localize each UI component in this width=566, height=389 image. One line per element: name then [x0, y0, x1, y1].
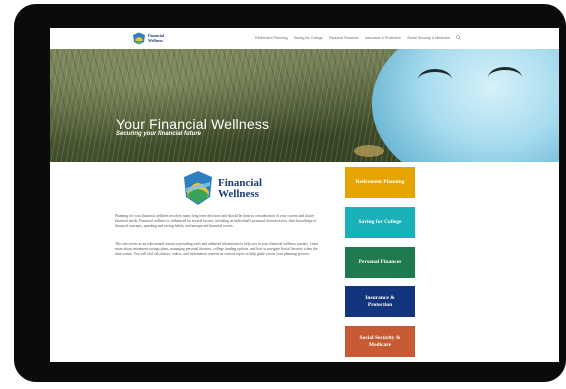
nav-saving-for-college[interactable]: Saving for College [294, 36, 323, 40]
logo-emblem-icon [133, 32, 145, 45]
main-content: Financial Wellness Planning for your fin… [50, 162, 559, 362]
nav-insurance-protection[interactable]: Insurance & Protection [365, 36, 401, 40]
tile-insurance-protection[interactable]: Insurance & Protection [345, 286, 415, 317]
main-menu: Retirement Planning Saving for College P… [255, 35, 461, 40]
content-logo-line2: Wellness [218, 188, 259, 200]
top-navigation: Financial Wellness Retirement Planning S… [50, 28, 559, 49]
hero-banner: Your Financial Wellness Securing your fi… [50, 49, 559, 162]
search-icon[interactable] [456, 35, 461, 40]
hero-subtitle: Securing your financial future [116, 131, 202, 137]
nav-retirement-planning[interactable]: Retirement Planning [255, 36, 288, 40]
tile-social-security-medicare[interactable]: Social Security & Medicare [345, 326, 415, 357]
tile-saving-for-college[interactable]: Saving for College [345, 207, 415, 238]
site-logo[interactable]: Financial Wellness [132, 32, 176, 45]
tile-retirement-planning[interactable]: Retirement Planning [345, 167, 415, 198]
piggy-eye-left [418, 69, 452, 90]
nav-personal-finances[interactable]: Personal Finances [329, 36, 359, 40]
coin-image [354, 145, 384, 157]
piggy-bank-image [372, 49, 559, 162]
intro-paragraph-2: This site serves as an educational resou… [115, 242, 319, 257]
piggy-eye-right [488, 67, 522, 88]
content-logo: Financial Wellness [182, 170, 292, 206]
financial-wellness-emblem-icon [184, 171, 212, 205]
browser-screen: Financial Wellness Retirement Planning S… [50, 28, 559, 362]
intro-paragraph-1: Planning for your financial wellness inv… [115, 214, 317, 229]
site-logo-line2: Wellness [148, 37, 163, 43]
hero-title: Your Financial Wellness [116, 116, 270, 132]
tile-personal-finances[interactable]: Personal Finances [345, 247, 415, 278]
nav-social-security-medicare[interactable]: Social Security & Medicare [407, 36, 450, 40]
device-frame: Financial Wellness Retirement Planning S… [14, 4, 566, 382]
